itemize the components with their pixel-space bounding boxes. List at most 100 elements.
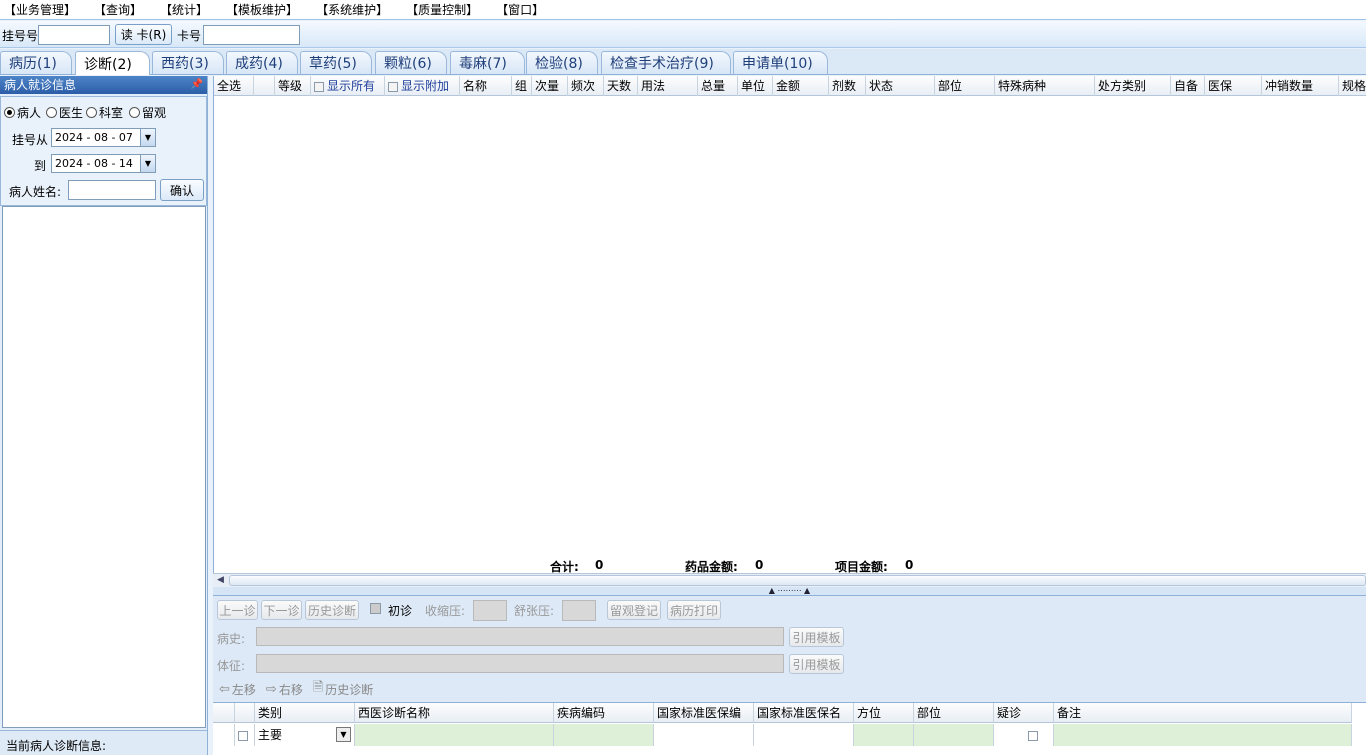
orientation-cell[interactable] (854, 724, 914, 746)
tab-herbal[interactable]: 草药(5) (300, 51, 372, 74)
sign-textarea[interactable] (256, 654, 784, 673)
menu-window[interactable]: 【窗口】 (496, 1, 544, 18)
col-dose[interactable]: 次量 (532, 76, 568, 96)
splitter-handle[interactable]: ▲ ⋯⋯⋯ ▲ (213, 587, 1366, 596)
insurance-name-cell[interactable] (754, 724, 854, 746)
reg-number-input[interactable] (38, 25, 110, 45)
row-checkbox[interactable] (235, 724, 255, 746)
tab-narcotic[interactable]: 毒麻(7) (450, 51, 525, 74)
show-extra-checkbox[interactable]: 显示附加 (385, 76, 460, 96)
menu-query[interactable]: 【查询】 (94, 1, 142, 18)
chevron-down-icon[interactable]: ▼ (336, 727, 351, 742)
col-doses[interactable]: 剂数 (829, 76, 866, 96)
menu-template[interactable]: 【模板维护】 (226, 1, 298, 18)
menu-statistics[interactable]: 【统计】 (160, 1, 208, 18)
tab-exam-surgery[interactable]: 检查手术治疗(9) (601, 51, 731, 74)
card-number-input[interactable] (203, 25, 300, 45)
western-diagnosis-cell[interactable] (355, 724, 554, 746)
col-days[interactable]: 天数 (604, 76, 638, 96)
col-level[interactable]: 等级 (275, 76, 311, 96)
scrollbar-thumb[interactable] (229, 575, 1366, 586)
col-total[interactable]: 总量 (698, 76, 738, 96)
col-disease-code[interactable]: 疾病编码 (554, 703, 654, 723)
next-visit-button[interactable]: 下一诊 (261, 600, 302, 620)
date-to-picker[interactable]: 2024 - 08 - 14 ▼ (51, 154, 156, 173)
tab-request[interactable]: 申请单(10) (733, 51, 828, 74)
diagnosis-grid[interactable]: 类别 西医诊断名称 疾病编码 国家标准医保编 国家标准医保名 方位 部位 疑诊 … (213, 702, 1366, 755)
radio-department[interactable]: 科室 (86, 104, 123, 121)
col-amount[interactable]: 金额 (773, 76, 829, 96)
col-insurance[interactable]: 医保 (1205, 76, 1262, 96)
patient-name-input[interactable] (68, 180, 156, 200)
tab-lab-test[interactable]: 检验(8) (526, 51, 598, 74)
prev-visit-button[interactable]: 上一诊 (217, 600, 258, 620)
tab-granule[interactable]: 颗粒(6) (375, 51, 447, 74)
col-category[interactable]: 类别 (255, 703, 355, 723)
date-from-picker[interactable]: 2024 - 08 - 07 ▼ (51, 128, 156, 147)
menu-business[interactable]: 【业务管理】 (4, 1, 76, 18)
panel-title: 病人就诊信息 📌 (0, 76, 207, 94)
col-site[interactable]: 部位 (935, 76, 995, 96)
col-remarks[interactable]: 备注 (1054, 703, 1352, 723)
pin-icon[interactable]: 📌 (191, 76, 203, 94)
cite-template-button-2[interactable]: 引用模板 (789, 654, 844, 674)
move-right-button[interactable]: ⇨ 右移 (266, 681, 303, 698)
remarks-cell[interactable] (1054, 724, 1352, 746)
insurance-code-cell[interactable] (654, 724, 754, 746)
row-selector-header[interactable] (213, 703, 235, 723)
col-spec[interactable]: 规格 (1339, 76, 1366, 96)
category-select[interactable]: 主要 ▼ (255, 724, 355, 746)
history-diagnosis-tool[interactable]: 🗎 历史诊断 (313, 678, 373, 700)
menu-system[interactable]: 【系统维护】 (316, 1, 388, 18)
scroll-left-icon[interactable]: ◀ (217, 575, 224, 585)
tab-medical-record[interactable]: 病历(1) (0, 51, 72, 74)
col-reversal-qty[interactable]: 冲销数量 (1262, 76, 1339, 96)
col-insurance-code[interactable]: 国家标准医保编 (654, 703, 754, 723)
col-special-disease[interactable]: 特殊病种 (995, 76, 1095, 96)
horizontal-scrollbar[interactable]: ◀ (213, 573, 1366, 587)
first-visit-checkbox[interactable] (370, 603, 381, 614)
col-group[interactable]: 组 (512, 76, 532, 96)
col-name[interactable]: 名称 (460, 76, 512, 96)
tab-patent-medicine[interactable]: 成药(4) (226, 51, 298, 74)
read-card-button[interactable]: 读 卡(R) (115, 24, 172, 45)
col-orientation[interactable]: 方位 (854, 703, 914, 723)
col-suspected[interactable]: 疑诊 (994, 703, 1054, 723)
col-self-provided[interactable]: 自备 (1171, 76, 1205, 96)
radio-patient[interactable]: 病人 (4, 104, 41, 121)
radio-patient-label: 病人 (17, 106, 42, 120)
print-record-button[interactable]: 病历打印 (667, 600, 721, 620)
row-selector[interactable] (213, 724, 235, 746)
disease-code-cell[interactable] (554, 724, 654, 746)
col-frequency[interactable]: 频次 (568, 76, 604, 96)
col-prescription-type[interactable]: 处方类别 (1095, 76, 1171, 96)
history-textarea[interactable] (256, 627, 784, 646)
show-all-checkbox[interactable]: 显示所有 (311, 76, 385, 96)
move-left-button[interactable]: ⇦ 左移 (219, 681, 256, 698)
col-western-diagnosis[interactable]: 西医诊断名称 (355, 703, 554, 723)
history-diagnosis-button[interactable]: 历史诊断 (305, 600, 359, 620)
col-status[interactable]: 状态 (866, 76, 935, 96)
col-usage[interactable]: 用法 (638, 76, 698, 96)
chevron-down-icon[interactable]: ▼ (140, 129, 155, 146)
suspected-cell[interactable] (994, 724, 1054, 746)
cite-template-button-1[interactable]: 引用模板 (789, 627, 844, 647)
radio-observation-label: 留观 (142, 106, 167, 120)
col-select-all[interactable]: 全选 (214, 76, 254, 96)
col-body-site[interactable]: 部位 (914, 703, 994, 723)
tab-western-medicine[interactable]: 西药(3) (152, 51, 224, 74)
diastolic-input[interactable] (562, 600, 596, 621)
tab-diagnosis[interactable]: 诊断(2) (75, 51, 150, 75)
col-insurance-name[interactable]: 国家标准医保名 (754, 703, 854, 723)
radio-observation[interactable]: 留观 (129, 104, 166, 121)
col-unit[interactable]: 单位 (738, 76, 773, 96)
order-grid[interactable]: 全选 等级 显示所有 显示附加 名称 组 次量 频次 天数 用法 总量 单位 金… (213, 76, 1366, 574)
systolic-input[interactable] (473, 600, 507, 621)
observation-register-button[interactable]: 留观登记 (607, 600, 661, 620)
radio-doctor[interactable]: 医生 (46, 104, 83, 121)
confirm-button[interactable]: 确认 (160, 179, 204, 201)
patient-list[interactable] (2, 206, 206, 728)
chevron-down-icon[interactable]: ▼ (140, 155, 155, 172)
body-site-cell[interactable] (914, 724, 994, 746)
menu-quality[interactable]: 【质量控制】 (406, 1, 478, 18)
